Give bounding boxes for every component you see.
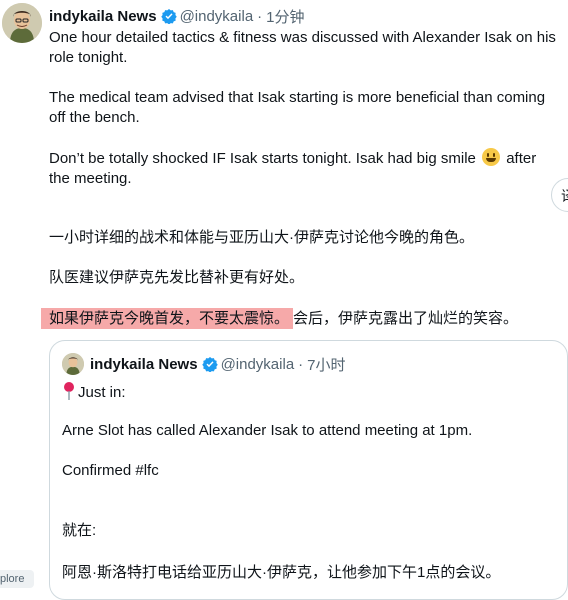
author-name[interactable]: indykaila News (49, 8, 157, 25)
quoted-verified-badge-icon (201, 356, 218, 373)
explore-tab[interactable]: plore (0, 570, 34, 588)
tweet-text-chinese-3: 如果伊萨克今晚首发，不要太震惊。 会后，伊萨克露出了灿烂的笑容。 (41, 308, 561, 329)
quoted-author-handle[interactable]: @indykaila (221, 356, 295, 373)
verified-badge-icon (160, 8, 177, 25)
highlighted-text: 如果伊萨克今晚首发，不要太震惊。 (41, 308, 294, 329)
quoted-text-line-4: 就在: (62, 522, 97, 539)
author-handle[interactable]: @indykaila (180, 8, 254, 25)
quoted-author-name[interactable]: indykaila News (90, 356, 198, 373)
quoted-text-line-5: 阿恩·斯洛特打电话给亚历山大·伊萨克，让他参加下午1点的会议。 (62, 564, 501, 581)
quoted-tweet-card[interactable]: indykaila News @indykaila · 7小时 Just in:… (49, 340, 568, 600)
chinese-3-rest: 会后，伊萨克露出了灿烂的笑容。 (293, 310, 519, 327)
tweet-text-paragraph-3: Don’t be totally shocked IF Isak starts … (49, 148, 561, 189)
quoted-tweet-header: indykaila News @indykaila · 7小时 (90, 354, 346, 374)
quoted-header-separator: · (298, 355, 304, 373)
tweet-text-chinese-2: 队医建议伊萨克先发比替补更有好处。 (49, 269, 305, 286)
header-separator: · (257, 7, 263, 25)
tweet-text-chinese-1: 一小时详细的战术和体能与亚历山大·伊萨克讨论他今晚的角色。 (49, 229, 474, 246)
tweet-timestamp[interactable]: 1分钟 (266, 6, 304, 27)
quoted-text-line-1: Just in: (62, 381, 562, 403)
quoted-tweet-timestamp[interactable]: 7小时 (307, 354, 345, 375)
quoted-author-avatar[interactable] (62, 353, 84, 375)
tweet-text-paragraph-2: The medical team advised that Isak start… (49, 89, 546, 126)
author-avatar[interactable] (2, 3, 42, 43)
quoted-line-1-text: Just in: (78, 384, 126, 401)
tweet-text-paragraph-1: One hour detailed tactics & fitness was … (49, 29, 556, 66)
pin-icon (62, 381, 76, 401)
smiley-emoji-icon (482, 148, 501, 166)
tweet-header: indykaila News @indykaila · 1分钟 (49, 6, 305, 26)
quoted-text-line-3: Confirmed #lfc (62, 462, 159, 479)
quoted-text-line-2: Arne Slot has called Alexander Isak to a… (62, 422, 473, 439)
paragraph-3-text-a: Don’t be totally shocked IF Isak starts … (49, 150, 481, 167)
